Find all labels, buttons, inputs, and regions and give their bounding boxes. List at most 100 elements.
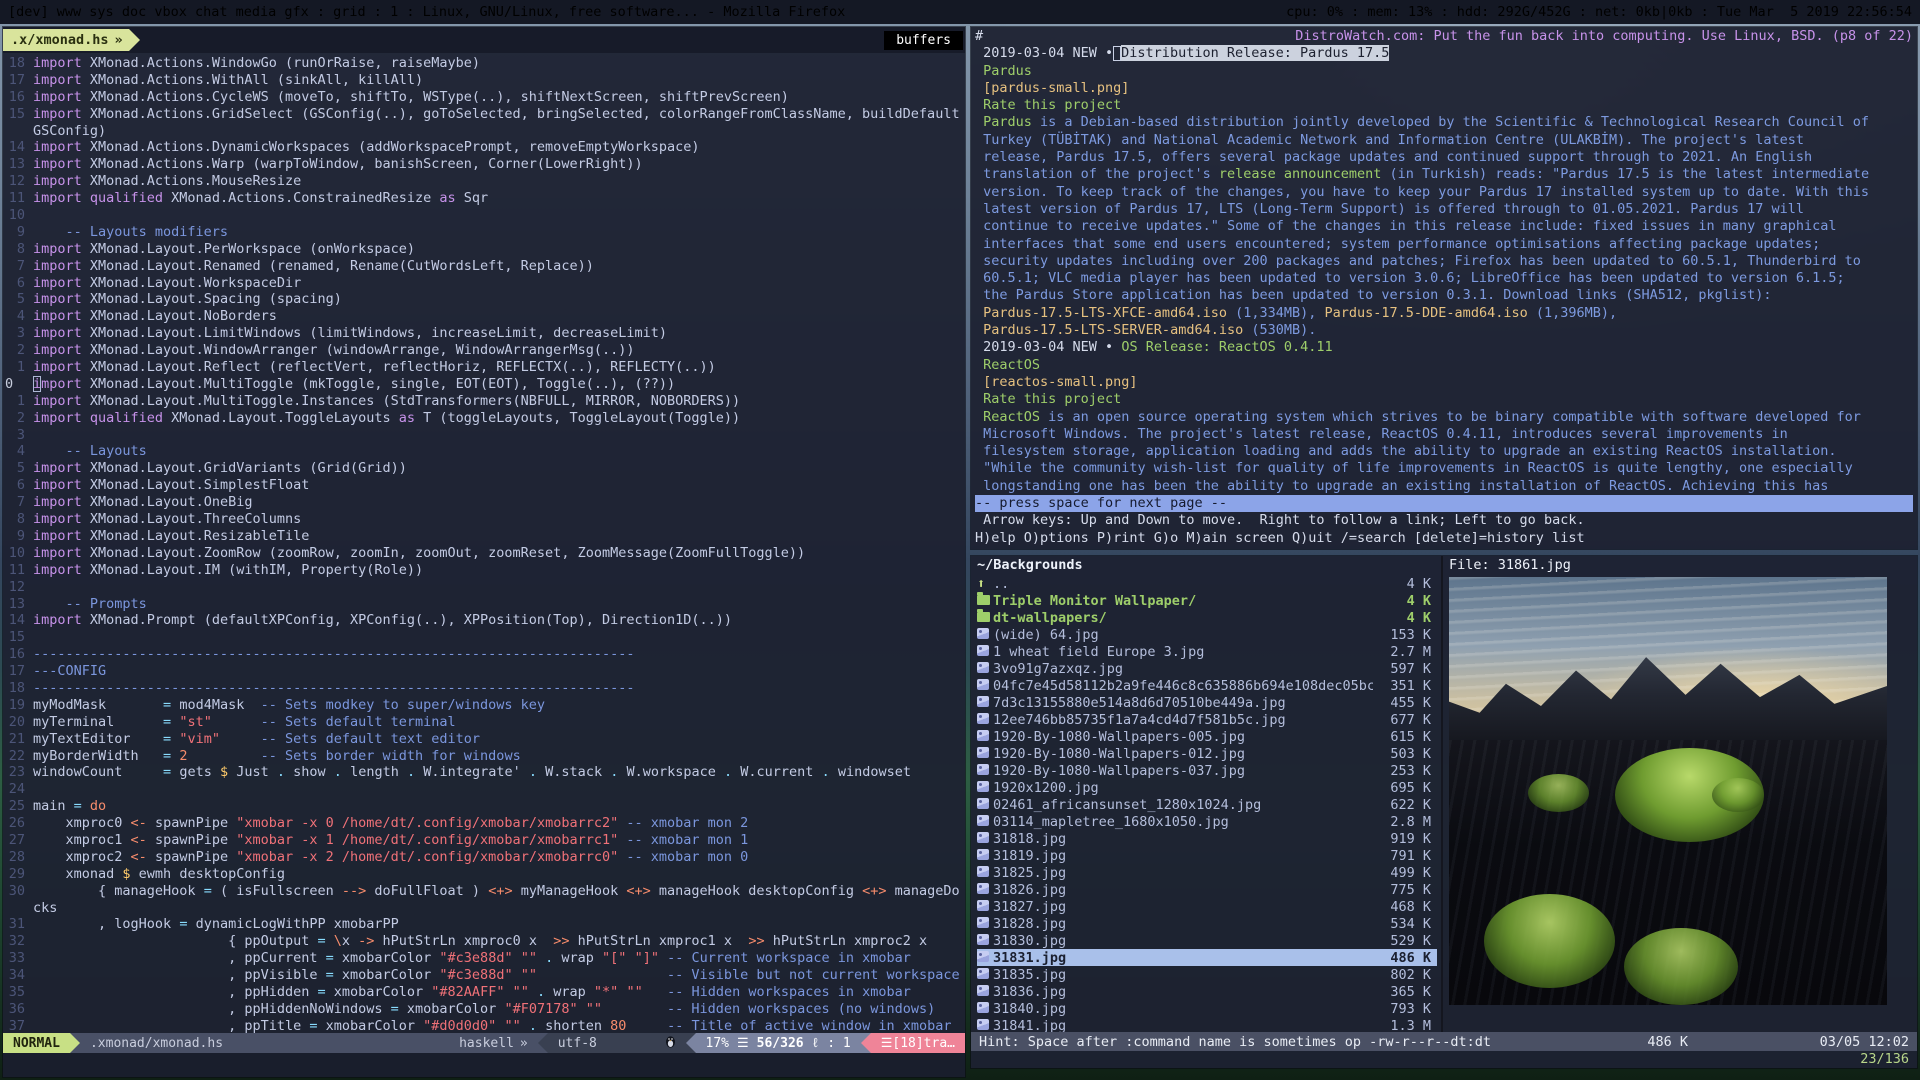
file-row[interactable]: Triple Monitor Wallpaper/4 K — [977, 592, 1437, 609]
file-row[interactable]: 04fc7e45d58112b2a9fe446c8c635886b694e108… — [977, 677, 1437, 694]
file-row[interactable]: ⬆..4 K — [977, 575, 1437, 592]
file-row[interactable]: 02461_africansunset_1280x1024.jpg622 K — [977, 796, 1437, 813]
vim-line[interactable]: 11import XMonad.Layout.IM (withIM, Prope… — [3, 562, 965, 579]
file-row[interactable]: 31819.jpg791 K — [977, 847, 1437, 864]
vim-line[interactable]: 3 — [3, 427, 965, 444]
vim-line[interactable]: 6import XMonad.Layout.WorkspaceDir — [3, 275, 965, 292]
vim-line[interactable]: 28 xmproc2 <- spawnPipe "xmobar -x 2 /ho… — [3, 849, 965, 866]
vim-line[interactable]: 35 , ppHidden = xmobarColor "#82AAFF" ""… — [3, 984, 965, 1001]
vim-line[interactable]: 15import XMonad.Actions.GridSelect (GSCo… — [3, 106, 965, 123]
link[interactable]: Pardus — [975, 114, 1032, 130]
vim-line[interactable]: 8import XMonad.Layout.PerWorkspace (onWo… — [3, 241, 965, 258]
vim-line[interactable]: 8import XMonad.Layout.ThreeColumns — [3, 511, 965, 528]
file-row[interactable]: 1920-By-1080-Wallpapers-005.jpg615 K — [977, 728, 1437, 745]
vifm-window[interactable]: ~/Backgrounds ⬆..4 KTriple Monitor Wallp… — [971, 556, 1917, 1068]
vim-line[interactable]: 19myModMask = mod4Mask -- Sets modkey to… — [3, 697, 965, 714]
file-row[interactable]: 31827.jpg468 K — [977, 898, 1437, 915]
vim-line[interactable]: 9import XMonad.Layout.ResizableTile — [3, 528, 965, 545]
file-row[interactable]: 1920-By-1080-Wallpapers-037.jpg253 K — [977, 762, 1437, 779]
link[interactable]: Rate this project — [975, 97, 1121, 113]
file-row[interactable]: 31831.jpg486 K — [977, 949, 1437, 966]
vim-line[interactable]: 23windowCount = gets $ Just . show . len… — [3, 764, 965, 781]
file-row[interactable]: 1 wheat field Europe 3.jpg2.7 M — [977, 643, 1437, 660]
vim-line[interactable]: 2import XMonad.Layout.WindowArranger (wi… — [3, 342, 965, 359]
file-row[interactable]: (wide) 64.jpg153 K — [977, 626, 1437, 643]
vim-line[interactable]: 4import XMonad.Layout.NoBorders — [3, 308, 965, 325]
file-row[interactable]: 12ee746bb85735f1a7a4cd4d7f581b5c.jpg677 … — [977, 711, 1437, 728]
vim-line[interactable]: 7import XMonad.Layout.OneBig — [3, 494, 965, 511]
link[interactable]: release announcement — [1219, 166, 1382, 182]
vim-line[interactable]: 20myTerminal = "st" -- Sets default term… — [3, 714, 965, 731]
file-row[interactable]: 1920x1200.jpg695 K — [977, 779, 1437, 796]
vim-line[interactable]: 25main = do — [3, 798, 965, 815]
vim-line[interactable]: 27 xmproc1 <- spawnPipe "xmobar -x 1 /ho… — [3, 832, 965, 849]
vim-line[interactable]: 14import XMonad.Prompt (defaultXPConfig,… — [3, 612, 965, 629]
vim-line[interactable]: 21myTextEditor = "vim" -- Sets default t… — [3, 731, 965, 748]
vim-line[interactable]: 4 -- Layouts — [3, 443, 965, 460]
vim-line[interactable]: GSConfig) — [3, 123, 965, 140]
w3m-page-body[interactable]: 2019-03-04 NEW • Distribution Release: P… — [975, 45, 1913, 547]
vim-line[interactable]: 2import qualified XMonad.Layout.ToggleLa… — [3, 410, 965, 427]
vim-line[interactable]: 9 -- Layouts modifiers — [3, 224, 965, 241]
vim-line[interactable]: 16--------------------------------------… — [3, 646, 965, 663]
vim-line[interactable]: 6import XMonad.Layout.SimplestFloat — [3, 477, 965, 494]
vim-line[interactable]: 24 — [3, 781, 965, 798]
link[interactable]: ReactOS — [975, 409, 1040, 425]
vim-line[interactable]: 10import XMonad.Layout.ZoomRow (zoomRow,… — [3, 545, 965, 562]
vim-line[interactable]: 1import XMonad.Layout.MultiToggle.Instan… — [3, 393, 965, 410]
selected-link[interactable]: Distribution Release: Pardus 17.5 — [1121, 45, 1389, 61]
file-row[interactable]: 31836.jpg365 K — [977, 983, 1437, 1000]
vim-line[interactable]: 18--------------------------------------… — [3, 680, 965, 697]
vim-line[interactable]: cks — [3, 900, 965, 917]
vim-line[interactable]: 11import qualified XMonad.Actions.Constr… — [3, 190, 965, 207]
vim-line[interactable]: 13 -- Prompts — [3, 596, 965, 613]
vim-line[interactable]: 17import XMonad.Actions.WithAll (sinkAll… — [3, 72, 965, 89]
vim-line[interactable]: 18import XMonad.Actions.WindowGo (runOrR… — [3, 55, 965, 72]
link[interactable]: Pardus — [975, 63, 1032, 79]
vim-line[interactable]: 5import XMonad.Layout.GridVariants (Grid… — [3, 460, 965, 477]
vim-line[interactable]: 1import XMonad.Layout.Reflect (reflectVe… — [3, 359, 965, 376]
file-row[interactable]: 31830.jpg529 K — [977, 932, 1437, 949]
vim-tab[interactable]: .x/xmonad.hs » — [3, 29, 129, 51]
vim-line[interactable]: 10 — [3, 207, 965, 224]
vim-line[interactable]: 36 , ppHiddenNoWindows = xmobarColor "#F… — [3, 1001, 965, 1018]
file-row[interactable]: 1920-By-1080-Wallpapers-012.jpg503 K — [977, 745, 1437, 762]
file-row[interactable]: 31840.jpg793 K — [977, 1000, 1437, 1017]
vim-line[interactable]: 0import XMonad.Layout.MultiToggle (mkTog… — [3, 376, 965, 393]
workspace-list[interactable]: [dev] www sys doc vbox chat media gfx : … — [8, 4, 845, 20]
vim-editor-content[interactable]: 18import XMonad.Actions.WindowGo (runOrR… — [3, 53, 965, 1033]
file-row[interactable]: 31826.jpg775 K — [977, 881, 1437, 898]
file-row[interactable]: 3vo91g7azxqz.jpg597 K — [977, 660, 1437, 677]
file-row[interactable]: 31818.jpg919 K — [977, 830, 1437, 847]
vim-line[interactable]: 17---CONFIG — [3, 663, 965, 680]
vim-line[interactable]: 15 — [3, 629, 965, 646]
vim-line[interactable]: 30 { manageHook = ( isFullscreen --> doF… — [3, 883, 965, 900]
vifm-file-pane[interactable]: ~/Backgrounds ⬆..4 KTriple Monitor Wallp… — [971, 556, 1441, 1032]
vim-line[interactable]: 5import XMonad.Layout.Spacing (spacing) — [3, 291, 965, 308]
file-row[interactable]: 7d3c13155880e514a8d6d70510be449a.jpg455 … — [977, 694, 1437, 711]
file-row[interactable]: 31841.jpg1.3 M — [977, 1017, 1437, 1032]
file-row[interactable]: 31828.jpg534 K — [977, 915, 1437, 932]
vim-line[interactable]: 31 , logHook = dynamicLogWithPP xmobarPP — [3, 916, 965, 933]
file-row[interactable]: dt-wallpapers/4 K — [977, 609, 1437, 626]
vim-line[interactable]: 12 — [3, 579, 965, 596]
vim-line[interactable]: 7import XMonad.Layout.Renamed (renamed, … — [3, 258, 965, 275]
vim-line[interactable]: 26 xmproc0 <- spawnPipe "xmobar -x 0 /ho… — [3, 815, 965, 832]
vim-commandline[interactable] — [3, 1053, 965, 1077]
vim-line[interactable]: 32 { ppOutput = \x -> hPutStrLn xmproc0 … — [3, 933, 965, 950]
vim-line[interactable]: 16import XMonad.Actions.CycleWS (moveTo,… — [3, 89, 965, 106]
vim-line[interactable]: 22myBorderWidth = 2 -- Sets border width… — [3, 748, 965, 765]
link[interactable]: OS Release: ReactOS 0.4.11 — [1121, 339, 1332, 355]
link[interactable]: Rate this project — [975, 391, 1121, 407]
vim-window[interactable]: .x/xmonad.hs » buffers 18import XMonad.A… — [3, 27, 965, 1077]
vim-line[interactable]: 3import XMonad.Layout.LimitWindows (limi… — [3, 325, 965, 342]
vim-line[interactable]: 14import XMonad.Actions.DynamicWorkspace… — [3, 139, 965, 156]
file-list[interactable]: ⬆..4 KTriple Monitor Wallpaper/4 Kdt-wal… — [977, 575, 1437, 1032]
vim-line[interactable]: 13import XMonad.Actions.Warp (warpToWind… — [3, 156, 965, 173]
vim-line[interactable]: 29 xmonad $ ewmh desktopConfig — [3, 866, 965, 883]
file-row[interactable]: 31825.jpg499 K — [977, 864, 1437, 881]
vim-line[interactable]: 34 , ppVisible = xmobarColor "#c3e88d" "… — [3, 967, 965, 984]
vim-line[interactable]: 37 , ppTitle = xmobarColor "#d0d0d0" "" … — [3, 1018, 965, 1033]
link[interactable]: ReactOS — [975, 357, 1040, 373]
w3m-browser-window[interactable]: # DistroWatch.com: Put the fun back into… — [971, 27, 1917, 549]
